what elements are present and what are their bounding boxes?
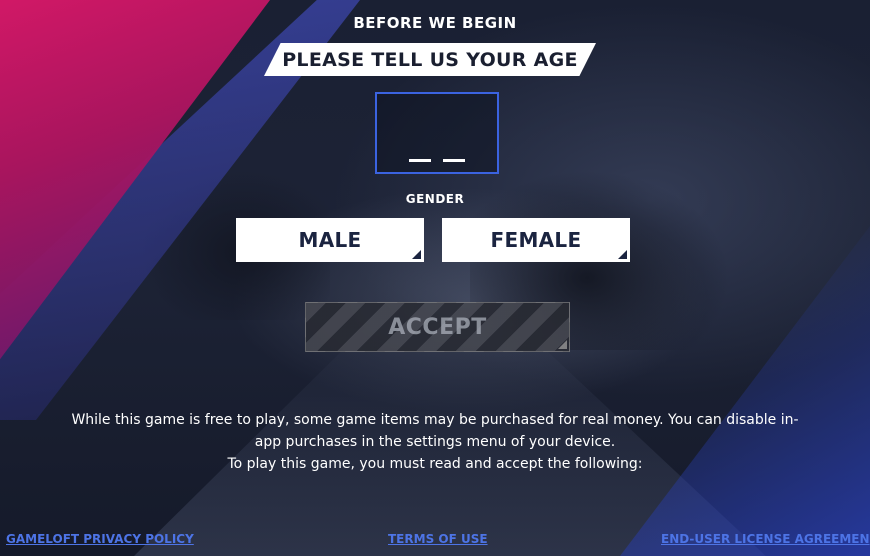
purchase-notice: While this game is free to play, some ga… <box>0 409 870 475</box>
eula-link[interactable]: END-USER LICENSE AGREEMEN <box>661 532 870 546</box>
terms-of-use-link[interactable]: TERMS OF USE <box>388 532 488 546</box>
age-input[interactable] <box>375 92 499 174</box>
privacy-policy-link[interactable]: GAMELOFT PRIVACY POLICY <box>6 532 194 546</box>
female-button-label: FEMALE <box>490 228 582 252</box>
age-digit-slot-2 <box>443 159 465 162</box>
female-button[interactable]: FEMALE <box>442 218 630 262</box>
corner-marker-icon <box>558 340 567 349</box>
age-prompt-banner: PLEASE TELL US YOUR AGE <box>264 43 596 76</box>
male-button-label: MALE <box>298 228 362 252</box>
corner-marker-icon <box>412 250 421 259</box>
age-digit-slot-1 <box>409 159 431 162</box>
notice-line-3: To play this game, you must read and acc… <box>227 456 643 472</box>
page-title: BEFORE WE BEGIN <box>353 14 517 32</box>
corner-marker-icon <box>618 250 627 259</box>
accept-button-label: ACCEPT <box>388 314 487 340</box>
male-button[interactable]: MALE <box>236 218 424 262</box>
gender-label: GENDER <box>405 192 465 206</box>
accept-button[interactable]: ACCEPT <box>305 302 570 352</box>
notice-line-1: While this game is free to play, some ga… <box>71 412 799 428</box>
notice-line-2: app purchases in the settings menu of yo… <box>254 434 616 450</box>
